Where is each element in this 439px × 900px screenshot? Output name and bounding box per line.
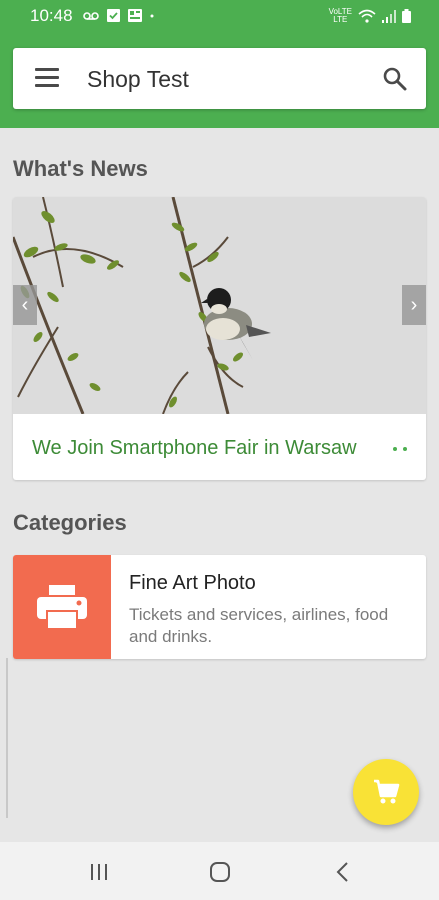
signal-icon xyxy=(382,9,396,23)
voicemail-icon xyxy=(83,11,99,20)
edge-divider xyxy=(6,658,8,818)
app-bar: Shop Test xyxy=(13,48,426,109)
hamburger-menu-icon[interactable] xyxy=(35,68,59,88)
slider-dot[interactable] xyxy=(393,447,397,451)
slider-prev-button[interactable]: ‹ xyxy=(13,285,37,325)
back-icon[interactable] xyxy=(328,859,358,885)
slider-dot[interactable] xyxy=(403,447,407,451)
slider-dots xyxy=(393,447,407,451)
cart-fab[interactable] xyxy=(353,759,419,825)
slider-next-button[interactable]: › xyxy=(402,285,426,325)
image-icon xyxy=(128,9,142,22)
category-item[interactable]: Fine Art Photo Tickets and services, air… xyxy=(13,555,426,659)
system-nav-bar xyxy=(0,842,439,900)
wifi-icon xyxy=(358,9,376,23)
category-name: Fine Art Photo xyxy=(129,572,256,594)
chevron-right-icon: › xyxy=(410,294,418,316)
battery-icon xyxy=(402,9,411,23)
status-bar: 10:48 VoLTE LTE xyxy=(0,0,439,32)
home-icon[interactable] xyxy=(205,859,235,885)
whats-news-heading: What's News xyxy=(13,156,148,181)
dot-icon xyxy=(150,14,154,17)
app-title: Shop Test xyxy=(87,66,189,92)
shopping-cart-icon xyxy=(374,779,400,804)
news-slide-image xyxy=(13,197,426,414)
search-icon[interactable] xyxy=(382,66,408,92)
status-time: 10:48 xyxy=(30,6,73,25)
news-slider[interactable]: ‹ › We Join Smartphone Fair in Warsaw xyxy=(13,197,426,480)
recent-apps-icon[interactable] xyxy=(84,859,114,885)
category-thumbnail xyxy=(13,555,111,659)
lte-label: LTE xyxy=(333,15,348,24)
categories-heading: Categories xyxy=(13,510,127,535)
check-box-icon xyxy=(107,9,120,22)
printer-icon xyxy=(37,585,87,629)
status-icons-left xyxy=(83,9,154,22)
status-icons-right: VoLTE LTE xyxy=(329,8,411,24)
news-caption[interactable]: We Join Smartphone Fair in Warsaw xyxy=(32,437,367,460)
volte-icon: VoLTE LTE xyxy=(328,7,352,24)
category-description: Tickets and services, airlines, food and… xyxy=(129,605,389,646)
chevron-left-icon: ‹ xyxy=(21,294,29,316)
